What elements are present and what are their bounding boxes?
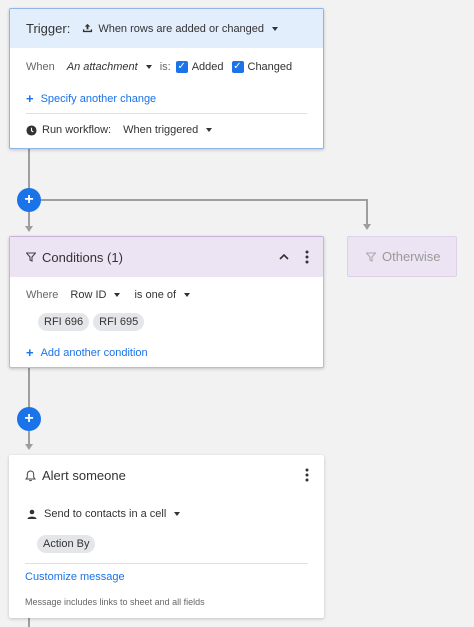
connector-trigger-to-plus	[28, 149, 30, 189]
conditions-where-row: Where Row ID is one of	[26, 289, 191, 301]
conditions-header: Conditions (1)	[10, 237, 323, 277]
more-vertical-icon[interactable]	[305, 250, 309, 264]
specify-change-label: Specify another change	[40, 92, 157, 105]
where-label: Where	[26, 289, 59, 301]
is-label: is:	[159, 61, 171, 73]
customize-message-link[interactable]: Customize message	[25, 571, 125, 583]
arrow-to-conditions	[25, 226, 33, 232]
added-label: Added	[191, 61, 224, 73]
trigger-title: Trigger:	[26, 21, 71, 36]
add-condition-link[interactable]: + Add another condition	[26, 345, 148, 360]
added-checkbox[interactable]: ✓	[175, 61, 188, 73]
connector-plus-to-conditions	[28, 212, 30, 226]
condition-operator-value: is one of	[134, 289, 177, 301]
conditions-card: Conditions (1) Where Row ID is one of RF…	[9, 236, 324, 368]
more-vertical-icon[interactable]	[305, 468, 309, 482]
contact-column: Action By	[37, 534, 96, 553]
chevron-down-icon	[184, 293, 191, 297]
connector-below-alert	[28, 618, 30, 627]
run-workflow-value: When triggered	[123, 124, 199, 136]
condition-field-dropdown[interactable]: Row ID	[70, 289, 121, 301]
trigger-when-row: When An attachment is: ✓ Added ✓ Changed	[26, 61, 292, 73]
chevron-down-icon	[174, 512, 181, 516]
upload-icon	[83, 23, 93, 33]
column-chip[interactable]: Action By	[37, 535, 96, 553]
specify-change-link[interactable]: + Specify another change	[26, 91, 156, 106]
send-to-dropdown[interactable]: Send to contacts in a cell	[27, 508, 181, 520]
otherwise-title: Otherwise	[382, 249, 441, 264]
alert-header: Alert someone	[25, 468, 126, 483]
run-workflow-label: Run workflow:	[42, 124, 112, 136]
arrow-to-otherwise	[363, 224, 371, 230]
changed-checkbox[interactable]: ✓	[231, 61, 244, 73]
condition-operator-dropdown[interactable]: is one of	[134, 289, 191, 301]
clock-icon	[26, 124, 37, 136]
add-step-button-1[interactable]: +	[17, 188, 41, 212]
chevron-up-icon[interactable]	[278, 253, 290, 261]
message-note: Message includes links to sheet and all …	[25, 597, 205, 607]
chevron-down-icon	[145, 65, 152, 69]
divider	[25, 563, 308, 564]
value-chip[interactable]: RFI 696	[38, 313, 90, 331]
person-icon	[27, 509, 37, 519]
bell-icon	[25, 469, 36, 481]
connector-branch-horizontal	[40, 199, 367, 201]
chevron-down-icon	[114, 293, 121, 297]
changed-label: Changed	[247, 61, 293, 73]
alert-card: Alert someone Send to contacts in a cell…	[9, 455, 324, 618]
value-chip[interactable]: RFI 695	[93, 313, 145, 331]
otherwise-card[interactable]: Otherwise	[347, 236, 457, 277]
run-workflow-row: Run workflow: When triggered	[26, 124, 213, 136]
chevron-down-icon	[272, 26, 279, 31]
when-label: When	[26, 61, 55, 73]
connector-plus-to-alert	[28, 431, 30, 444]
plus-icon: +	[26, 345, 34, 360]
send-to-value: Send to contacts in a cell	[44, 508, 167, 520]
trigger-event-dropdown[interactable]: When rows are added or changed	[82, 22, 279, 35]
chevron-down-icon	[206, 128, 213, 132]
filter-icon	[366, 251, 376, 262]
trigger-header: Trigger: When rows are added or changed	[10, 9, 323, 48]
filter-icon	[26, 252, 36, 262]
field-dropdown[interactable]: An attachment	[67, 61, 152, 73]
arrow-to-alert	[25, 444, 33, 450]
alert-title: Alert someone	[42, 468, 126, 483]
add-condition-label: Add another condition	[40, 346, 148, 359]
add-step-button-2[interactable]: +	[17, 407, 41, 431]
divider	[26, 113, 307, 114]
connector-conditions-to-plus	[28, 368, 30, 408]
condition-field-value: Row ID	[70, 289, 107, 301]
trigger-event-label: When rows are added or changed	[98, 22, 265, 35]
run-workflow-dropdown[interactable]: When triggered	[123, 124, 213, 136]
condition-values: RFI 696 RFI 695	[38, 313, 145, 331]
conditions-title: Conditions (1)	[42, 249, 123, 265]
connector-to-otherwise	[366, 199, 368, 224]
field-value: An attachment	[66, 61, 138, 73]
plus-icon: +	[26, 91, 34, 106]
trigger-card: Trigger: When rows are added or changed …	[9, 8, 324, 149]
